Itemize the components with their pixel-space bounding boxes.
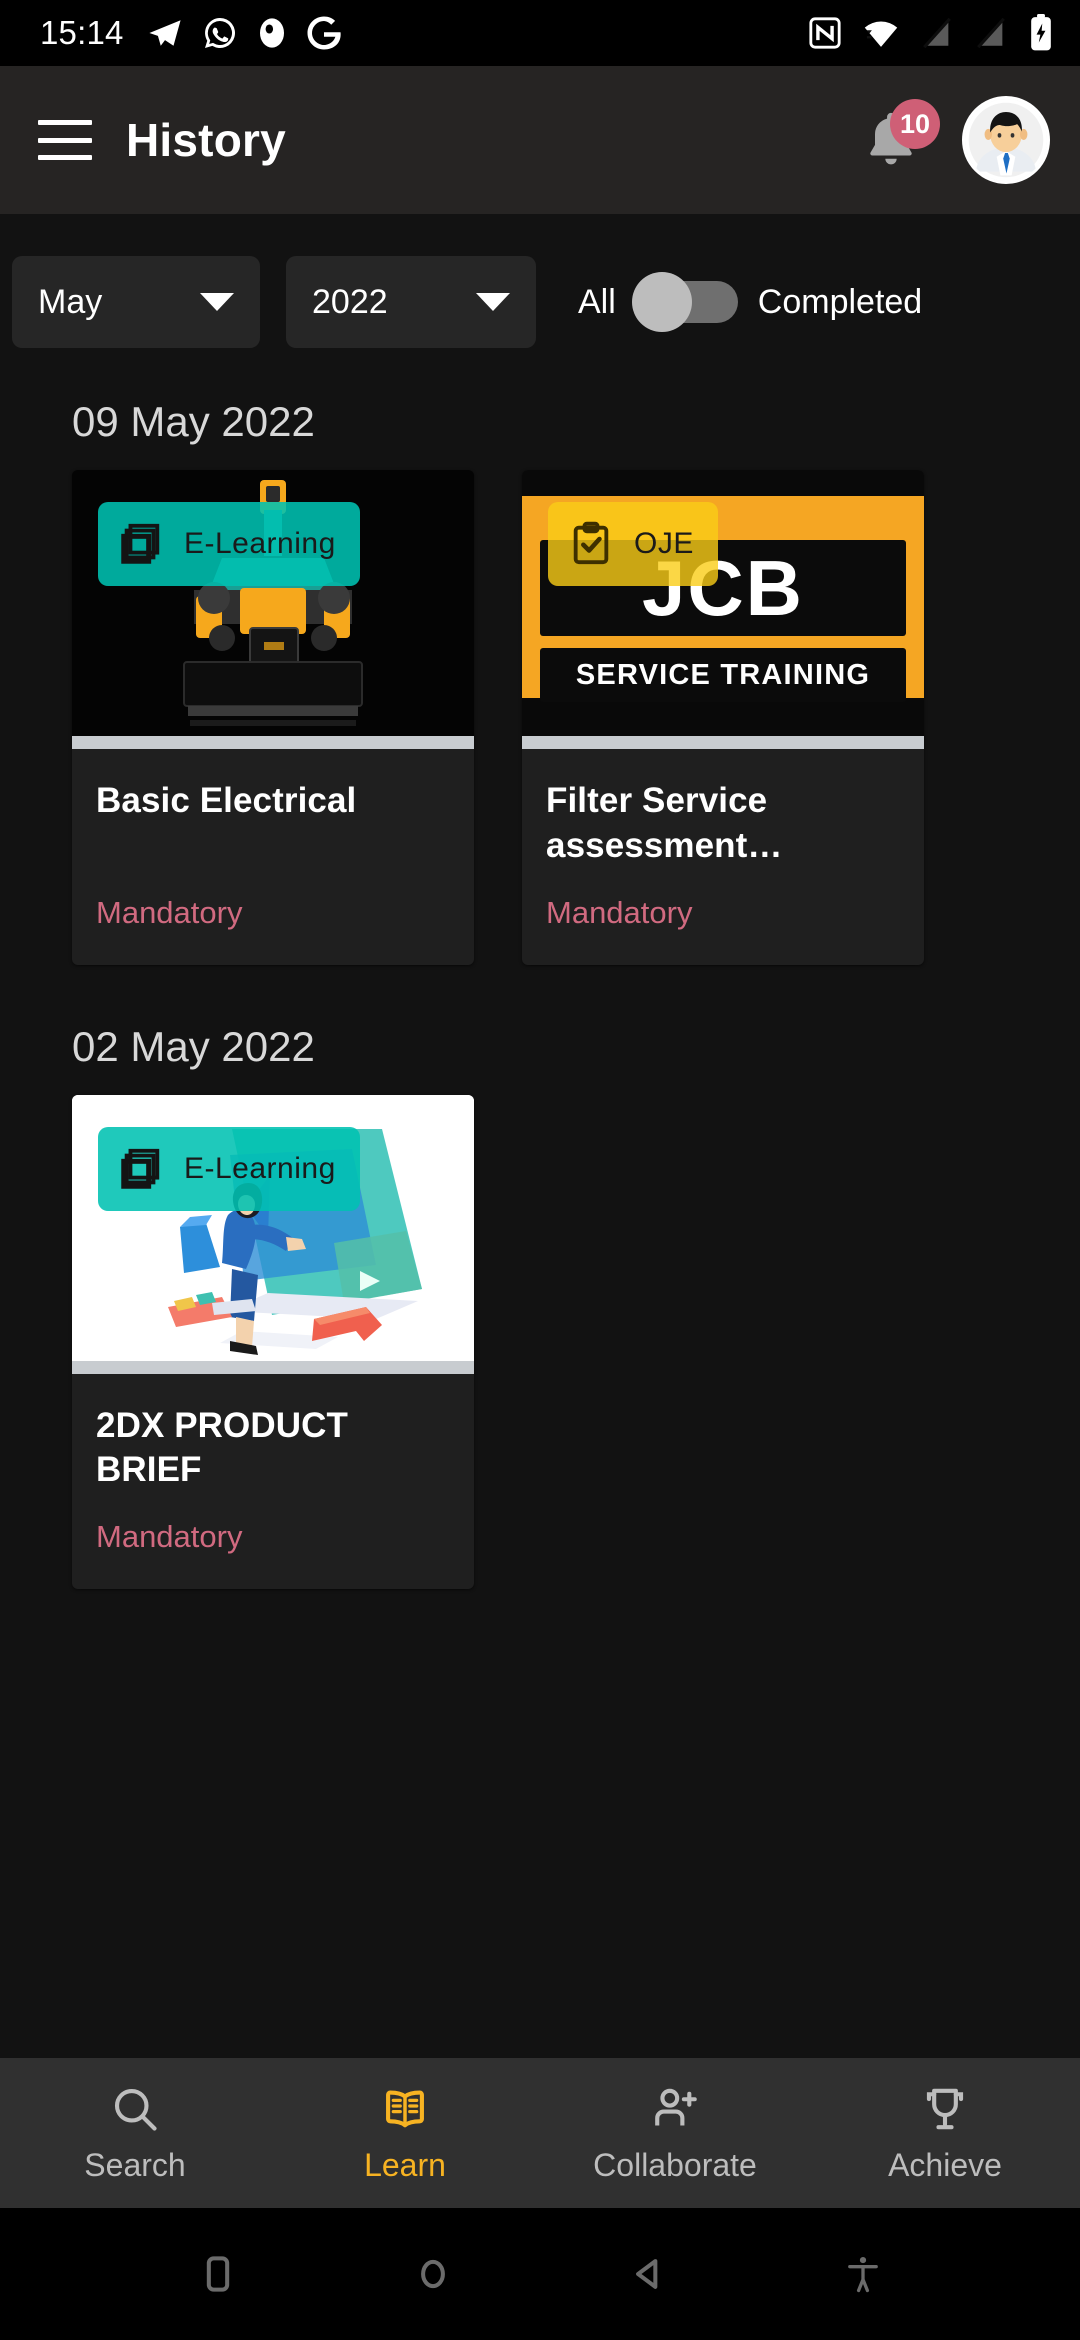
course-thumbnail: E-Learning [72, 470, 474, 736]
trophy-icon [926, 2088, 964, 2129]
course-type-label: E-Learning [184, 1151, 336, 1185]
app-screen: 15:14 History 10 May 2022 All Completed … [0, 0, 1080, 2340]
book-icon [386, 2089, 424, 2127]
app-bar: History 10 [0, 66, 1080, 214]
card-row: E-Learning 2DX PRODUCT BRIEF Mandatory [0, 1094, 1080, 1590]
section-date-header: 09 May 2022 [72, 398, 315, 445]
course-type-label: OJE [634, 527, 694, 560]
course-progress-bar [522, 736, 924, 749]
course-type-badge: E-Learning [98, 502, 360, 586]
wifi-icon [864, 21, 898, 47]
status-bar-notification-icons [146, 15, 342, 51]
course-type-badge: OJE [548, 502, 718, 586]
course-title: Filter Service assessment… [546, 781, 783, 865]
nav-item-search[interactable]: Search [0, 2058, 270, 2208]
page-title: History [126, 114, 286, 166]
course-mandatory-tag: Mandatory [546, 894, 693, 930]
google-icon [307, 16, 341, 50]
battery-charging-icon [1031, 14, 1051, 51]
course-progress-bar [72, 1360, 474, 1374]
nav-item-collaborate[interactable]: Collaborate [540, 2058, 810, 2208]
status-bar-system-icons [808, 14, 1054, 52]
person-add-icon [655, 2088, 697, 2125]
chevron-down-icon [476, 293, 510, 311]
nav-label-search: Search [84, 2146, 186, 2183]
course-mandatory-tag: Mandatory [96, 894, 243, 930]
card-row: E-Learning Basic Electrical Mandatory JC… [0, 470, 1080, 965]
course-title: Basic Electrical [96, 781, 357, 820]
toggle-knob [631, 272, 692, 332]
user-avatar-illustration [965, 99, 1047, 181]
toggle-label-all: All [578, 282, 616, 321]
recents-icon[interactable] [196, 2252, 240, 2296]
month-select-value: May [38, 282, 103, 321]
course-card-body: Filter Service assessment… Mandatory [522, 749, 924, 965]
course-mandatory-tag: Mandatory [96, 1519, 243, 1555]
hamburger-menu-icon[interactable] [38, 120, 92, 160]
nav-item-learn[interactable]: Learn [270, 2058, 540, 2208]
toggle-label-completed: Completed [757, 282, 923, 321]
nav-item-achieve[interactable]: Achieve [810, 2058, 1080, 2208]
chevron-down-icon [200, 293, 234, 311]
bottom-navigation-bar: Search Learn Collaborate Achieve [0, 2058, 1080, 2208]
course-type-badge: E-Learning [98, 1126, 360, 1211]
whatsapp-icon [204, 18, 235, 48]
search-icon [114, 2088, 157, 2131]
course-card-body: 2DX PRODUCT BRIEF Mandatory [72, 1374, 474, 1590]
course-card[interactable]: E-Learning 2DX PRODUCT BRIEF Mandatory [72, 1094, 474, 1590]
course-card[interactable]: JCB SERVICE TRAINING OJE Filter Service … [522, 470, 924, 965]
course-title: 2DX PRODUCT BRIEF [96, 1405, 348, 1490]
status-bar-clock: 15:14 [40, 14, 124, 51]
telegram-icon [149, 20, 181, 46]
home-icon[interactable] [411, 2252, 455, 2296]
notification-badge: 10 [890, 99, 940, 149]
course-progress-bar [72, 736, 474, 749]
year-select[interactable]: 2022 [286, 256, 536, 348]
nav-label-learn: Learn [364, 2146, 446, 2183]
completion-filter-toggle-group: All Completed [578, 272, 923, 332]
nav-label-achieve: Achieve [888, 2146, 1002, 2183]
course-card-body: Basic Electrical Mandatory [72, 749, 474, 965]
jcb-logo-subtitle-text: SERVICE TRAINING [575, 658, 871, 691]
nfc-icon [809, 17, 841, 49]
layers-icon [121, 523, 160, 564]
app-icon [259, 18, 284, 48]
month-select[interactable]: May [12, 256, 260, 348]
signal-off-icon [977, 17, 1005, 49]
completion-toggle-switch[interactable] [631, 272, 738, 332]
filter-bar: May 2022 All Completed [0, 214, 1080, 376]
clipboard-check-icon [573, 521, 609, 565]
nav-label-collaborate: Collaborate [593, 2146, 757, 2183]
notifications-button[interactable]: 10 [848, 97, 940, 183]
android-navigation-bar [0, 2208, 1080, 2340]
course-type-label: E-Learning [184, 527, 336, 560]
course-thumbnail: E-Learning [72, 1094, 474, 1361]
jcb-logo-subtitle: SERVICE TRAINING [540, 648, 906, 702]
course-thumbnail: JCB SERVICE TRAINING OJE [522, 470, 924, 736]
system-status-bar: 15:14 [0, 0, 1080, 66]
signal-off-icon [923, 17, 951, 49]
year-select-value: 2022 [312, 282, 388, 321]
accessibility-icon[interactable] [841, 2252, 885, 2296]
layers-icon [121, 1148, 160, 1189]
history-list: 09 May 2022 E-Learning Basic Electrical … [0, 376, 1080, 2058]
section-date-header: 02 May 2022 [72, 1022, 315, 1070]
avatar[interactable] [962, 96, 1050, 184]
course-card[interactable]: E-Learning Basic Electrical Mandatory [72, 470, 474, 965]
back-icon[interactable] [626, 2252, 670, 2296]
